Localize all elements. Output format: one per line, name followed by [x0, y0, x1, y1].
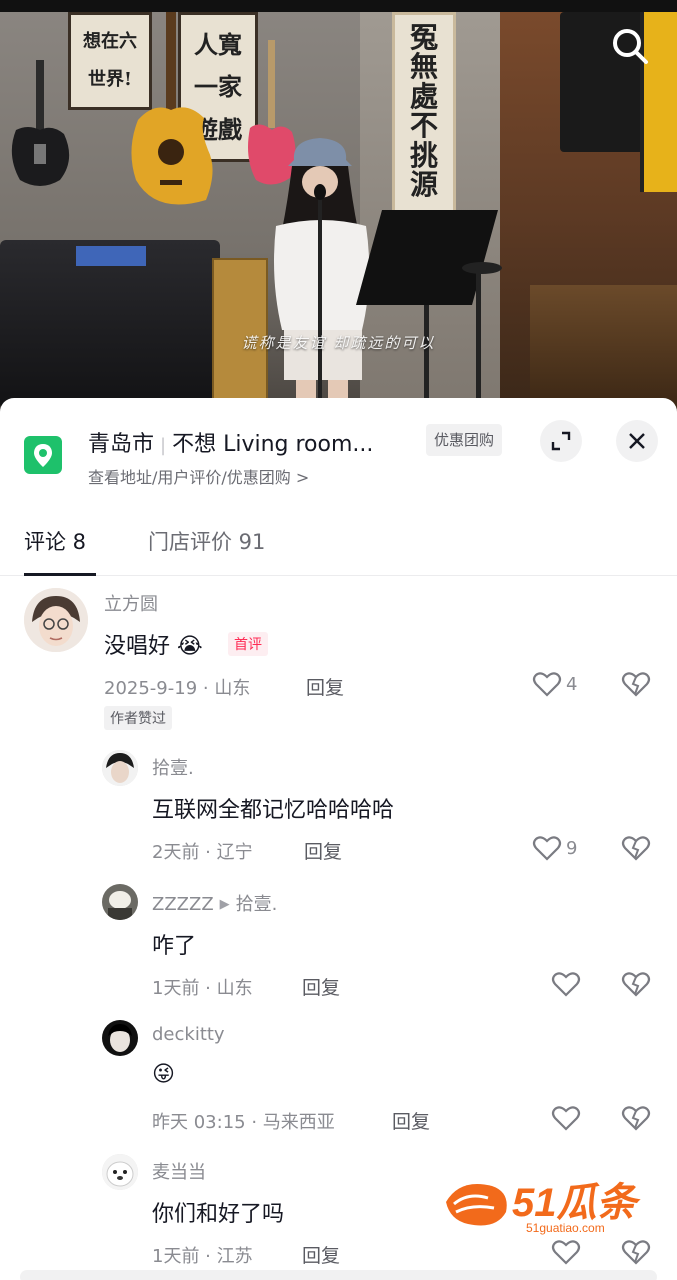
drum-kit: [0, 240, 220, 410]
like-button[interactable]: 4: [532, 670, 577, 698]
watermark-url: 51guatiao.com: [526, 1221, 605, 1235]
scroll-char: 無: [409, 50, 438, 84]
poi-name: 不想 Living room...: [172, 432, 374, 457]
comment-username[interactable]: 立方圆: [104, 590, 158, 616]
comment-username[interactable]: 拾壹.: [152, 754, 194, 780]
like-count: 9: [566, 837, 578, 859]
scroll-char: 想: [83, 30, 101, 52]
tab-bar: 评论 8 门店评价 91: [0, 516, 677, 576]
dislike-icon[interactable]: [621, 1104, 651, 1132]
reply-arrow-icon: ▶: [219, 897, 230, 912]
scroll-char: 源: [409, 167, 438, 201]
watermark-brand: 51瓜条: [512, 1181, 641, 1225]
comment-meta: 1天前 · 江苏: [152, 1246, 253, 1267]
scroll-char: 挑: [409, 138, 438, 172]
heart-icon: [532, 672, 562, 697]
comment-text: 咋了: [152, 934, 197, 959]
acoustic-guitar: [131, 10, 213, 205]
avatar[interactable]: [102, 750, 138, 786]
comment-meta: 2025-9-19 · 山东: [104, 678, 251, 699]
close-button[interactable]: [616, 420, 658, 462]
reply-button[interactable]: 回复: [302, 1241, 340, 1268]
author-liked-badge: 作者赞过: [104, 706, 172, 730]
comment-text-body: 没唱好: [104, 634, 171, 659]
poi-title[interactable]: 青岛市 | 不想 Living room...: [88, 426, 373, 458]
reply-button[interactable]: 回复: [306, 673, 344, 700]
crying-emoji-icon: 😭: [177, 634, 203, 659]
status-bar: [0, 0, 677, 12]
dislike-icon[interactable]: [621, 1238, 651, 1266]
avatar[interactable]: [102, 884, 138, 920]
scroll-char: 家: [218, 72, 242, 102]
search-button[interactable]: [608, 24, 652, 68]
calligraphy-scroll-right: 冤 無 處 不 挑 源: [392, 12, 456, 232]
heart-icon[interactable]: [551, 970, 581, 998]
comment-username[interactable]: deckitty: [152, 1024, 225, 1045]
like-count: 4: [566, 673, 578, 695]
comment-input-bar[interactable]: [20, 1270, 657, 1280]
poi-subtitle-link[interactable]: 查看地址/用户评价/优惠团购 >: [88, 464, 309, 488]
scroll-char: 世: [88, 68, 107, 90]
expand-icon: [551, 431, 571, 451]
scroll-char: 寬: [218, 29, 242, 59]
comment-item: 立方圆 没唱好 😭 首评 2025-9-19 · 山东 回复 4 作者赞过: [0, 584, 677, 734]
avatar[interactable]: [102, 1020, 138, 1056]
scroll-char: 不: [409, 109, 438, 143]
dislike-icon[interactable]: [621, 670, 651, 698]
dislike-icon[interactable]: [621, 970, 651, 998]
comment-username-text: ZZZZZ: [152, 894, 214, 915]
comment-text: 互联网全都记忆哈哈哈哈: [152, 798, 395, 823]
video-subtitle: 谎称是友谊 却疏远的可以: [241, 334, 436, 352]
tab-comments[interactable]: 评论 8: [24, 526, 86, 556]
close-icon: [629, 433, 645, 449]
comment-text: 你们和好了吗: [152, 1202, 285, 1227]
tab-store-reviews[interactable]: 门店评价 91: [148, 526, 265, 556]
reply-button[interactable]: 回复: [392, 1107, 430, 1134]
comment-meta: 1天前 · 山东: [152, 978, 253, 999]
heart-icon[interactable]: [551, 1104, 581, 1132]
comment-sheet: 青岛市 | 不想 Living room... 查看地址/用户评价/优惠团购 > 优…: [0, 398, 677, 1280]
comment-text: 没唱好 😭: [104, 628, 203, 660]
comment-meta: 昨天 03:15 · 马来西亚: [152, 1112, 335, 1133]
reply-to-username[interactable]: 拾壹.: [236, 894, 278, 915]
music-stand: [356, 210, 502, 410]
tab-indicator: [24, 573, 96, 576]
heart-icon: [532, 836, 562, 861]
heart-icon[interactable]: [551, 1238, 581, 1266]
poi-city: 青岛市: [88, 432, 155, 457]
reply-button[interactable]: 回复: [304, 837, 342, 864]
avatar[interactable]: [102, 1154, 138, 1190]
watermark-logo: 51瓜条 51guatiao.com: [440, 1172, 660, 1236]
first-comment-badge: 首评: [228, 632, 268, 656]
comment-item: 拾壹. 互联网全都记忆哈哈哈哈 2天前 · 辽宁 回复 9: [0, 748, 677, 868]
comment-meta: 2天前 · 辽宁: [152, 842, 253, 863]
dislike-icon[interactable]: [621, 834, 651, 862]
poi-separator: |: [160, 435, 167, 456]
scroll-char: 界: [106, 68, 125, 90]
location-pin-icon: [24, 436, 62, 474]
mixer-screen: [76, 246, 146, 266]
search-icon: [613, 29, 648, 64]
like-button[interactable]: 9: [532, 834, 577, 862]
comment-username[interactable]: ZZZZZ ▶ 拾壹.: [152, 890, 277, 916]
winking-tongue-emoji-icon: 😜: [152, 1062, 175, 1087]
expand-button[interactable]: [540, 420, 582, 462]
scroll-char: 在: [101, 30, 119, 52]
poi-deal-tag[interactable]: 优惠团购: [426, 424, 503, 456]
electric-guitar-black: [11, 60, 70, 186]
comment-item: deckitty 😜 昨天 03:15 · 马来西亚 回复: [0, 1018, 677, 1138]
scroll-char: 戲: [218, 115, 242, 145]
reply-button[interactable]: 回复: [302, 973, 340, 1000]
avatar[interactable]: [24, 588, 88, 652]
comment-item: ZZZZZ ▶ 拾壹. 咋了 1天前 · 山东 回复: [0, 884, 677, 1004]
poi-header[interactable]: 青岛市 | 不想 Living room... 查看地址/用户评价/优惠团购 > 优…: [24, 420, 660, 490]
scroll-char: 處: [409, 79, 438, 113]
scroll-char: 冤: [409, 21, 438, 54]
comment-username[interactable]: 麦当当: [152, 1158, 206, 1184]
video-player[interactable]: 想 在 六 世 界 ! 人 寬 一 家 遊 戲 冤 無 處 不 挑 源 谎称是友…: [0, 0, 677, 412]
